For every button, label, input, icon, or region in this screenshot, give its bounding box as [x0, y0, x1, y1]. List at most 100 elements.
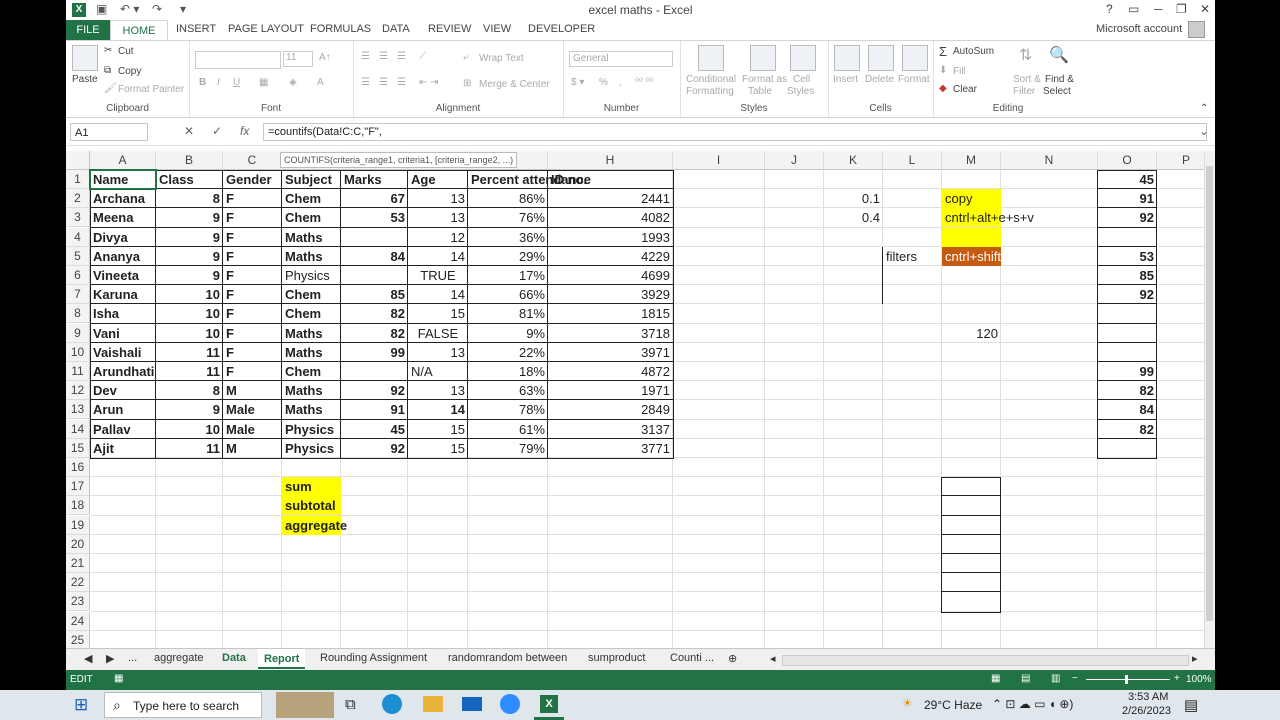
cell-percent-attendance[interactable]: 9%: [468, 324, 548, 343]
cell-d17[interactable]: sum: [282, 477, 341, 497]
column-header-k[interactable]: K: [824, 151, 883, 170]
cell-class[interactable]: 10: [156, 285, 223, 304]
add-sheet-icon[interactable]: ⊕: [728, 652, 737, 665]
cell-gender[interactable]: F: [223, 208, 282, 227]
cell-marks[interactable]: 82: [341, 304, 408, 323]
row-header-4[interactable]: 4: [66, 227, 90, 247]
cell-percent-attendance[interactable]: 22%: [468, 343, 548, 362]
header-subject[interactable]: Subject: [282, 170, 341, 189]
grow-font-icon[interactable]: A↑: [319, 52, 331, 63]
cell-subject[interactable]: Maths: [282, 400, 341, 419]
cell-age[interactable]: 14: [408, 400, 468, 419]
cell-gender[interactable]: F: [223, 324, 282, 343]
align-top-icon[interactable]: ☰: [361, 51, 370, 62]
cell-gender[interactable]: F: [223, 343, 282, 362]
cell-subject[interactable]: Physics: [282, 439, 341, 458]
row-header-9[interactable]: 9: [66, 323, 90, 343]
cell-gender[interactable]: F: [223, 228, 282, 247]
cell-gender[interactable]: M: [223, 439, 282, 458]
cell-subject[interactable]: Chem: [282, 362, 341, 381]
align-middle-icon[interactable]: ☰: [379, 51, 388, 62]
zoom-slider[interactable]: [1086, 679, 1170, 680]
fill-icon[interactable]: ⬇: [939, 65, 947, 76]
indent-icon[interactable]: ⇤ ⇥: [419, 77, 439, 88]
row-header-17[interactable]: 17: [66, 477, 90, 497]
collapse-ribbon-icon[interactable]: ⌃: [1200, 103, 1208, 114]
tab-formulas[interactable]: FORMULAS: [310, 23, 371, 35]
row-header-14[interactable]: 14: [66, 419, 90, 439]
row-header-24[interactable]: 24: [66, 611, 90, 631]
row-header-25[interactable]: 25: [66, 630, 90, 650]
cell-class[interactable]: 9: [156, 266, 223, 285]
name-box[interactable]: A1: [70, 123, 148, 141]
conditional-formatting-button[interactable]: Conditional: [686, 74, 736, 85]
row-header-23[interactable]: 23: [66, 592, 90, 612]
cell-subject[interactable]: Physics: [282, 266, 341, 285]
currency-icon[interactable]: $ ▾: [571, 77, 584, 88]
cut-button[interactable]: Cut: [118, 46, 134, 57]
mail-icon[interactable]: [462, 697, 482, 711]
cell-percent-attendance[interactable]: 36%: [468, 228, 548, 247]
cell-subject[interactable]: Chem: [282, 189, 341, 208]
page-layout-view-icon[interactable]: ▤: [1021, 673, 1030, 684]
cell-d18[interactable]: subtotal: [282, 496, 341, 516]
cell-k3[interactable]: 0.4: [824, 208, 883, 227]
cell-name[interactable]: Divya: [90, 228, 156, 247]
align-left-icon[interactable]: ☰: [361, 77, 370, 88]
cell-name[interactable]: Vani: [90, 324, 156, 343]
cell-age[interactable]: FALSE: [408, 324, 468, 343]
cell-name[interactable]: Meena: [90, 208, 156, 227]
cell-class[interactable]: 9: [156, 247, 223, 266]
cell-gender[interactable]: F: [223, 189, 282, 208]
copy-icon[interactable]: ⧉: [104, 65, 111, 76]
cell-name[interactable]: Ananya: [90, 247, 156, 266]
row-header-7[interactable]: 7: [66, 285, 90, 305]
cell-percent-attendance[interactable]: 29%: [468, 247, 548, 266]
conditional-formatting-icon[interactable]: [698, 45, 724, 71]
column-header-c[interactable]: C: [223, 151, 282, 170]
cell-m2[interactable]: copy: [942, 189, 1001, 209]
row-header-3[interactable]: 3: [66, 208, 90, 228]
cell-k2[interactable]: 0.1: [824, 189, 883, 208]
cell-subject[interactable]: Maths: [282, 247, 341, 266]
tab-data[interactable]: DATA: [382, 23, 410, 35]
orientation-icon[interactable]: ⟋: [419, 51, 426, 62]
sheet-tab-more[interactable]: ...: [128, 652, 137, 664]
restore-button[interactable]: ❐: [1176, 2, 1187, 16]
row-header-12[interactable]: 12: [66, 381, 90, 401]
cell-gender[interactable]: F: [223, 362, 282, 381]
column-header-h[interactable]: H: [548, 151, 673, 170]
paste-icon[interactable]: [72, 45, 98, 71]
format-painter-icon[interactable]: 🖌: [104, 83, 117, 94]
comma-icon[interactable]: ,: [619, 77, 622, 88]
tab-insert[interactable]: INSERT: [176, 23, 216, 35]
number-format-select[interactable]: General: [569, 51, 673, 67]
row-header-19[interactable]: 19: [66, 515, 90, 535]
cell-id-no[interactable]: 4082: [548, 208, 673, 227]
clear-button[interactable]: Clear: [953, 84, 977, 95]
normal-view-icon[interactable]: ▦: [991, 673, 1000, 684]
excel-taskbar-icon[interactable]: X: [540, 695, 558, 713]
column-header-i[interactable]: I: [673, 151, 765, 170]
delete-cells-icon[interactable]: [868, 45, 894, 71]
cell-class[interactable]: 11: [156, 343, 223, 362]
cell-age[interactable]: TRUE: [408, 266, 468, 285]
next-sheet-icon[interactable]: ▶: [106, 652, 114, 665]
cell-age[interactable]: N/A: [408, 362, 468, 381]
cell-percent-attendance[interactable]: 86%: [468, 189, 548, 208]
wrap-text-button[interactable]: Wrap Text: [479, 53, 524, 64]
paste-button[interactable]: Paste: [72, 74, 98, 85]
minimize-button[interactable]: ─: [1154, 2, 1163, 16]
merge-center-icon[interactable]: ⊞: [463, 78, 471, 89]
cell-d19[interactable]: aggregate: [282, 515, 347, 535]
row-header-15[interactable]: 15: [66, 438, 90, 458]
bold-icon[interactable]: B: [199, 77, 206, 88]
header-marks[interactable]: Marks: [341, 170, 408, 189]
cut-icon[interactable]: ✂: [104, 45, 112, 56]
column-header-m[interactable]: M: [942, 151, 1001, 170]
column-header-b[interactable]: B: [156, 151, 223, 170]
scroll-left-icon[interactable]: ◂: [770, 652, 776, 665]
cell-age[interactable]: 15: [408, 420, 468, 439]
sort-filter-icon[interactable]: ⇅: [1019, 45, 1032, 65]
cell-m3[interactable]: cntrl+alt+e+s+v: [942, 208, 1034, 228]
